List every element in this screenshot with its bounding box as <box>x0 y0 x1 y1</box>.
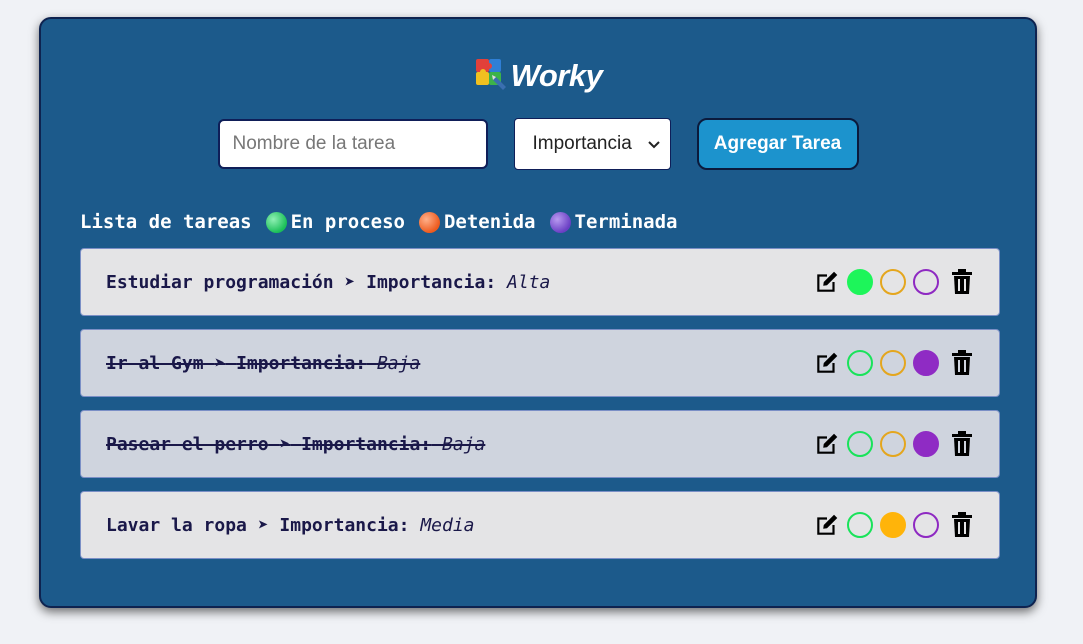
importance-select[interactable]: Importancia <box>513 118 671 170</box>
importance-level: Baja <box>376 352 421 374</box>
importance-label: Importancia: <box>279 514 410 536</box>
task-name: Estudiar programación <box>106 271 334 293</box>
done-dot-icon <box>549 211 571 233</box>
edit-icon[interactable] <box>814 350 840 376</box>
task-name: Ir al Gym <box>106 352 204 374</box>
in-process-dot-icon <box>265 211 287 233</box>
legend-in-process: En proceso <box>290 211 405 233</box>
add-task-button[interactable]: Agregar Tarea <box>696 118 859 170</box>
status-stopped-toggle[interactable] <box>880 350 906 376</box>
task-text: Pasear el perro ➤ Importancia: Baja <box>106 434 485 455</box>
legend-stopped: Detenida <box>443 211 536 233</box>
status-legend: Lista de tareas En proceso Detenida Term… <box>80 211 677 233</box>
stopped-dot-icon <box>418 211 440 233</box>
importance-level: Alta <box>507 271 551 293</box>
status-stopped-toggle[interactable] <box>880 512 906 538</box>
puzzle-logo-icon <box>474 57 508 95</box>
task-text: Ir al Gym ➤ Importancia: Baja <box>106 353 420 374</box>
arrowhead-right-icon: ➤ <box>279 433 291 455</box>
task-name: Pasear el perro <box>106 433 269 455</box>
arrowhead-right-icon: ➤ <box>214 352 226 374</box>
task-form: Importancia Agregar Tarea <box>41 118 1035 170</box>
brand: Worky <box>41 57 1035 95</box>
trash-icon[interactable] <box>951 269 973 295</box>
task-name: Lavar la ropa <box>106 514 247 536</box>
task-name-input[interactable] <box>217 119 488 169</box>
arrowhead-right-icon: ➤ <box>344 271 356 293</box>
status-done-toggle[interactable] <box>913 350 939 376</box>
importance-select-value: Importancia <box>532 133 632 154</box>
task-actions <box>814 492 973 558</box>
status-done-toggle[interactable] <box>913 431 939 457</box>
status-in-process-toggle[interactable] <box>847 350 873 376</box>
task-item: Estudiar programación ➤ Importancia: Alt… <box>80 248 1000 316</box>
edit-icon[interactable] <box>814 431 840 457</box>
task-text: Estudiar programación ➤ Importancia: Alt… <box>106 272 550 293</box>
legend-title: Lista de tareas <box>80 211 252 233</box>
status-done-toggle[interactable] <box>913 269 939 295</box>
arrowhead-right-icon: ➤ <box>257 514 269 536</box>
trash-icon[interactable] <box>951 512 973 538</box>
task-list: Estudiar programación ➤ Importancia: Alt… <box>80 248 1000 572</box>
chevron-down-icon <box>647 133 660 155</box>
importance-level: Baja <box>441 433 486 455</box>
status-in-process-toggle[interactable] <box>847 431 873 457</box>
app-title: Worky <box>510 58 603 93</box>
task-actions <box>814 411 973 477</box>
task-actions <box>814 249 973 315</box>
status-stopped-toggle[interactable] <box>880 269 906 295</box>
importance-level: Media <box>420 514 475 536</box>
task-item: Lavar la ropa ➤ Importancia: Media <box>80 491 1000 559</box>
trash-icon[interactable] <box>951 431 973 457</box>
task-item: Ir al Gym ➤ Importancia: Baja <box>80 329 1000 397</box>
importance-label: Importancia: <box>301 433 432 455</box>
edit-icon[interactable] <box>814 269 840 295</box>
trash-icon[interactable] <box>951 350 973 376</box>
status-in-process-toggle[interactable] <box>847 269 873 295</box>
app-card: Worky Importancia Agregar Tarea Lista de… <box>39 17 1037 608</box>
importance-label: Importancia: <box>236 352 367 374</box>
status-in-process-toggle[interactable] <box>847 512 873 538</box>
task-actions <box>814 330 973 396</box>
task-text: Lavar la ropa ➤ Importancia: Media <box>106 515 475 536</box>
legend-done: Terminada <box>574 211 678 233</box>
importance-label: Importancia: <box>366 271 497 293</box>
task-item: Pasear el perro ➤ Importancia: Baja <box>80 410 1000 478</box>
edit-icon[interactable] <box>814 512 840 538</box>
status-done-toggle[interactable] <box>913 512 939 538</box>
status-stopped-toggle[interactable] <box>880 431 906 457</box>
